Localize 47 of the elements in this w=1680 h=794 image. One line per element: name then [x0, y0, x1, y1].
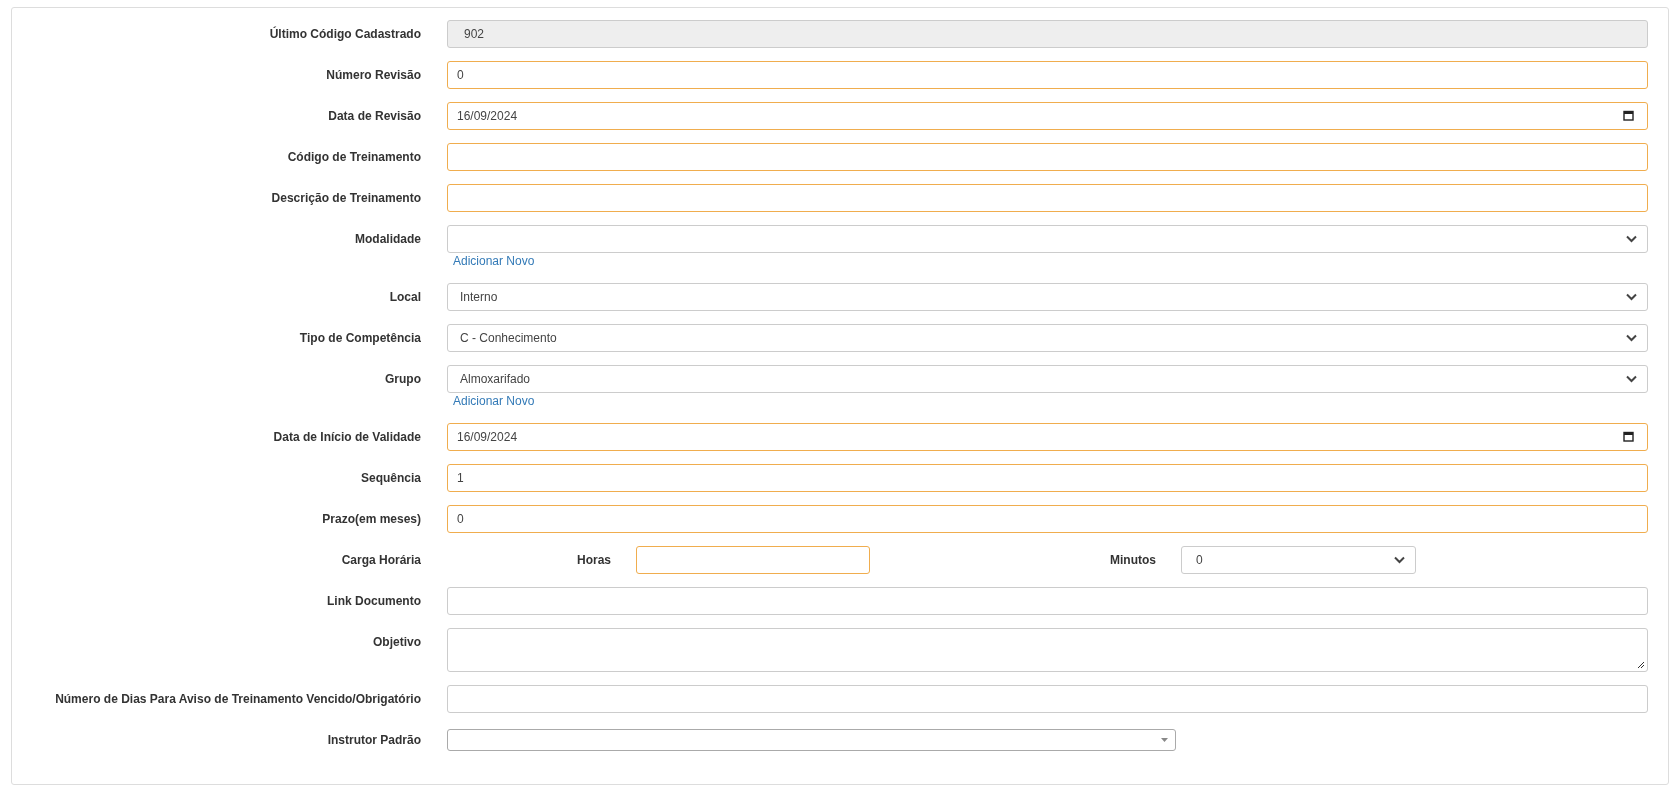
- add-new-link[interactable]: Adicionar Novo: [453, 253, 535, 270]
- input-field[interactable]: 1: [447, 464, 1648, 492]
- hours-input[interactable]: [636, 546, 870, 574]
- field-label: Código de Treinamento: [286, 149, 421, 166]
- textarea-field[interactable]: [447, 628, 1648, 672]
- field-label: Último Código Cadastrado: [268, 25, 421, 43]
- field-label: Objetivo: [372, 634, 421, 651]
- minutes-label: Minutos: [1110, 552, 1156, 569]
- input-field[interactable]: [447, 587, 1648, 615]
- chevron-down-icon: [1626, 235, 1637, 243]
- dropdown-field[interactable]: C - Conhecimento: [447, 324, 1648, 352]
- field-label: Local: [388, 289, 421, 306]
- field-label: Instrutor Padrão: [326, 732, 421, 749]
- input-field[interactable]: [447, 685, 1648, 713]
- hours-label: Horas: [577, 552, 611, 569]
- date-field[interactable]: 16/09/2024: [447, 423, 1648, 451]
- chevron-down-icon: [1626, 375, 1637, 383]
- field-label: Prazo(em meses): [321, 511, 421, 528]
- input-field[interactable]: 0: [447, 61, 1648, 89]
- field-label: Grupo: [384, 371, 421, 388]
- chevron-down-icon: [1394, 556, 1405, 564]
- resize-handle-icon[interactable]: [1637, 661, 1645, 669]
- input-field[interactable]: [447, 143, 1648, 171]
- dropdown-field[interactable]: Interno: [447, 283, 1648, 311]
- calendar-icon: [1623, 431, 1634, 442]
- field-label: Número de Dias Para Aviso de Treinamento Vencido/Obrigatório: [54, 691, 421, 708]
- field-label: Data de Revisão: [327, 108, 421, 125]
- field-label: Link Documento: [326, 593, 421, 610]
- field-label: Tipo de Competência: [298, 330, 421, 347]
- dropdown-field[interactable]: Almoxarifado: [447, 365, 1648, 393]
- calendar-icon: [1623, 110, 1634, 121]
- dropdown-field[interactable]: [447, 225, 1648, 253]
- field-label: Modalidade: [354, 231, 421, 248]
- chevron-down-icon: [1626, 293, 1637, 301]
- field-label: Carga Horária: [340, 552, 421, 569]
- input-field[interactable]: 0: [447, 505, 1648, 533]
- field-label: Número Revisão: [325, 67, 421, 84]
- field-label: Sequência: [359, 470, 421, 487]
- minutes-dropdown[interactable]: 0: [1181, 546, 1416, 574]
- caret-down-icon: [1161, 738, 1168, 742]
- chevron-down-icon: [1626, 334, 1637, 342]
- input-field[interactable]: [447, 184, 1648, 212]
- date-field[interactable]: 16/09/2024: [447, 102, 1648, 130]
- field-label: Data de Início de Validade: [272, 429, 421, 446]
- add-new-link[interactable]: Adicionar Novo: [453, 393, 535, 410]
- field-label: Descrição de Treinamento: [270, 190, 421, 207]
- combobox-field[interactable]: [447, 729, 1176, 751]
